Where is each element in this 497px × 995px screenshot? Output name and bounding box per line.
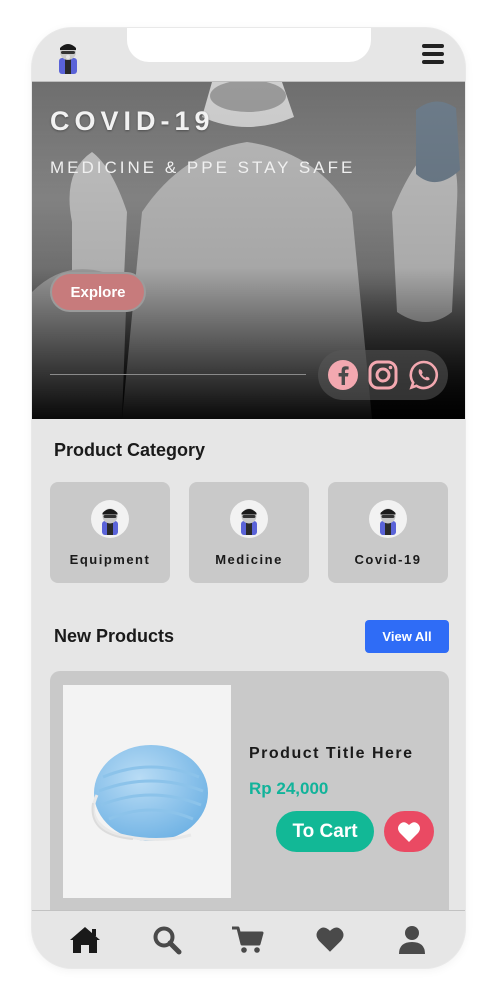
nav-favorites[interactable] <box>312 922 348 958</box>
device-notch <box>127 28 371 62</box>
explore-button[interactable]: Explore <box>50 272 146 312</box>
favorite-button[interactable] <box>384 811 434 852</box>
nav-search[interactable] <box>149 922 185 958</box>
avatar[interactable] <box>54 40 82 74</box>
nav-home[interactable] <box>67 922 103 958</box>
to-cart-button[interactable]: To Cart <box>276 811 374 852</box>
user-icon <box>399 925 426 954</box>
category-card-medicine[interactable]: Medicine <box>189 482 309 583</box>
hero-title: COVID-19 <box>50 106 215 136</box>
social-links <box>318 350 448 400</box>
instagram-icon[interactable] <box>367 359 399 391</box>
divider <box>50 374 306 375</box>
category-avatar-icon <box>369 500 407 538</box>
category-card-equipment[interactable]: Equipment <box>50 482 170 583</box>
view-all-button[interactable]: View All <box>365 620 449 653</box>
heart-icon <box>398 821 420 842</box>
menu-line <box>422 60 444 64</box>
product-card[interactable]: Product Title Here Rp 24,000 To Cart <box>50 671 449 931</box>
nav-cart[interactable] <box>230 922 266 958</box>
menu-line <box>422 52 444 56</box>
search-icon <box>153 926 182 954</box>
face-mask-image <box>91 745 208 842</box>
hero-subtitle: MEDICINE & PPE STAY SAFE <box>50 158 356 177</box>
category-label: Covid-19 <box>354 552 422 567</box>
nav-profile[interactable] <box>394 922 430 958</box>
cart-icon <box>232 926 264 953</box>
category-label: Medicine <box>215 552 283 567</box>
facebook-icon[interactable] <box>327 359 359 391</box>
whatsapp-icon[interactable] <box>408 359 440 391</box>
product-image <box>63 685 231 898</box>
bottom-navigation <box>32 910 465 968</box>
product-price: Rp 24,000 <box>249 779 329 798</box>
heart-icon <box>316 927 344 952</box>
menu-button[interactable] <box>422 44 444 64</box>
phone-frame: COVID-19 MEDICINE & PPE STAY SAFE Explor… <box>32 28 465 968</box>
category-avatar-icon <box>91 500 129 538</box>
product-category-heading: Product Category <box>54 440 206 460</box>
home-icon <box>69 926 100 953</box>
product-title: Product Title Here <box>249 745 414 762</box>
menu-line <box>422 44 444 48</box>
hero-banner: COVID-19 MEDICINE & PPE STAY SAFE Explor… <box>32 82 465 419</box>
category-avatar-icon <box>230 500 268 538</box>
new-products-heading: New Products <box>54 626 175 646</box>
category-card-covid-19[interactable]: Covid-19 <box>328 482 448 583</box>
category-label: Equipment <box>69 552 151 567</box>
